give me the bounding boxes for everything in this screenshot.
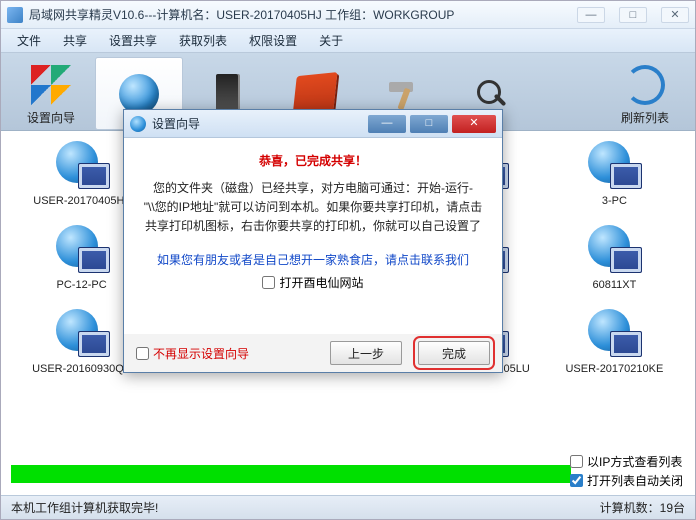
status-bar: 本机工作组计算机获取完毕! 计算机数：19台 bbox=[1, 495, 695, 519]
window-buttons: — □ ✕ bbox=[577, 7, 689, 23]
menu-setshare[interactable]: 设置共享 bbox=[99, 30, 167, 51]
app-icon bbox=[7, 7, 23, 23]
wizard-minimize-button[interactable]: — bbox=[368, 115, 406, 133]
toolbtn-label: 设置向导 bbox=[27, 109, 75, 126]
computer-label: USER-20170210KE bbox=[565, 363, 663, 375]
toolbtn-wizard[interactable]: 设置向导 bbox=[7, 57, 95, 130]
computer-item[interactable]: USER-20170210KE bbox=[552, 309, 677, 375]
toolbtn-refresh[interactable]: 刷新列表 bbox=[601, 57, 689, 130]
menubar: 文件 共享 设置共享 获取列表 权限设置 关于 bbox=[1, 29, 695, 53]
computer-icon bbox=[54, 225, 110, 273]
close-button[interactable]: ✕ bbox=[661, 7, 689, 23]
progress-bar bbox=[11, 465, 571, 483]
hammer-icon bbox=[383, 74, 423, 114]
computer-label: PC-12-PC bbox=[57, 279, 107, 291]
window-title: 局域网共享精灵V10.6---计算机名：USER-20170405HJ 工作组：… bbox=[29, 6, 577, 23]
chk-view-by-ip[interactable]: 以IP方式查看列表 bbox=[570, 453, 683, 470]
menu-perm[interactable]: 权限设置 bbox=[239, 30, 307, 51]
wizard-body: 恭喜，已完成共享！ 您的文件夹（磁盘）已经共享，对方电脑可通过：开始-运行-"\… bbox=[124, 138, 502, 334]
wizard-title: 设置向导 bbox=[152, 115, 364, 132]
wizard-open-site-box[interactable] bbox=[262, 276, 275, 289]
computer-label: 60811XT bbox=[592, 279, 636, 291]
status-right: 计算机数：19台 bbox=[600, 499, 685, 516]
menu-share[interactable]: 共享 bbox=[53, 30, 97, 51]
chk-label: 以IP方式查看列表 bbox=[587, 453, 682, 470]
chk-label: 打开酉电仙网站 bbox=[279, 274, 363, 291]
menu-getlist[interactable]: 获取列表 bbox=[169, 30, 237, 51]
computer-icon bbox=[586, 225, 642, 273]
computer-item[interactable]: 3-PC bbox=[552, 141, 677, 207]
wizard-desc: 您的文件夹（磁盘）已经共享，对方电脑可通过：开始-运行-"\\您的IP地址"就可… bbox=[142, 179, 484, 237]
computer-label: 3-PC bbox=[602, 195, 627, 207]
globe-icon bbox=[119, 74, 159, 114]
wizard-no-again-box[interactable] bbox=[136, 347, 149, 360]
chk-auto-close[interactable]: 打开列表自动关闭 bbox=[570, 472, 683, 489]
toolbtn-label: 刷新列表 bbox=[621, 109, 669, 126]
wizard-close-button[interactable]: ✕ bbox=[452, 115, 496, 133]
main-titlebar: 局域网共享精灵V10.6---计算机名：USER-20170405HJ 工作组：… bbox=[1, 1, 695, 29]
chk-label: 打开列表自动关闭 bbox=[587, 472, 683, 489]
refresh-icon bbox=[625, 65, 665, 105]
computer-icon bbox=[54, 141, 110, 189]
status-left: 本机工作组计算机获取完毕! bbox=[11, 499, 158, 516]
wizard-dialog: 设置向导 — □ ✕ 恭喜，已完成共享！ 您的文件夹（磁盘）已经共享，对方电脑可… bbox=[123, 109, 503, 373]
tower-icon bbox=[216, 74, 238, 112]
chk-auto-close-box[interactable] bbox=[570, 474, 583, 487]
computer-icon bbox=[54, 309, 110, 357]
wizard-icon bbox=[130, 116, 146, 132]
computer-icon bbox=[586, 309, 642, 357]
maximize-button[interactable]: □ bbox=[619, 7, 647, 23]
wizard-titlebar: 设置向导 — □ ✕ bbox=[124, 110, 502, 138]
wizard-link[interactable]: 如果您有朋友或者是自己想开一家熟食店，请点击联系我们 bbox=[157, 251, 469, 268]
chk-label: 不再显示设置向导 bbox=[153, 345, 249, 362]
wizard-footer: 不再显示设置向导 上一步 完成 bbox=[124, 334, 502, 372]
wizard-open-site-chk[interactable]: 打开酉电仙网站 bbox=[262, 274, 363, 291]
wizard-maximize-button[interactable]: □ bbox=[410, 115, 448, 133]
flag-icon bbox=[31, 65, 71, 105]
wizard-finish-button[interactable]: 完成 bbox=[418, 341, 490, 365]
wizard-congrats: 恭喜，已完成共享！ bbox=[259, 152, 367, 169]
computer-label: USER-20160930QX bbox=[32, 363, 131, 375]
chk-view-by-ip-box[interactable] bbox=[570, 455, 583, 468]
search-icon bbox=[471, 74, 511, 114]
menu-file[interactable]: 文件 bbox=[7, 30, 51, 51]
computer-item[interactable]: 60811XT bbox=[552, 225, 677, 291]
minimize-button[interactable]: — bbox=[577, 7, 605, 23]
wizard-prev-button[interactable]: 上一步 bbox=[330, 341, 402, 365]
view-options: 以IP方式查看列表 打开列表自动关闭 bbox=[570, 453, 683, 489]
menu-about[interactable]: 关于 bbox=[309, 30, 353, 51]
computer-label: USER-20170405HJ bbox=[33, 195, 130, 207]
computer-icon bbox=[586, 141, 642, 189]
wizard-no-again-chk[interactable]: 不再显示设置向导 bbox=[136, 345, 314, 362]
